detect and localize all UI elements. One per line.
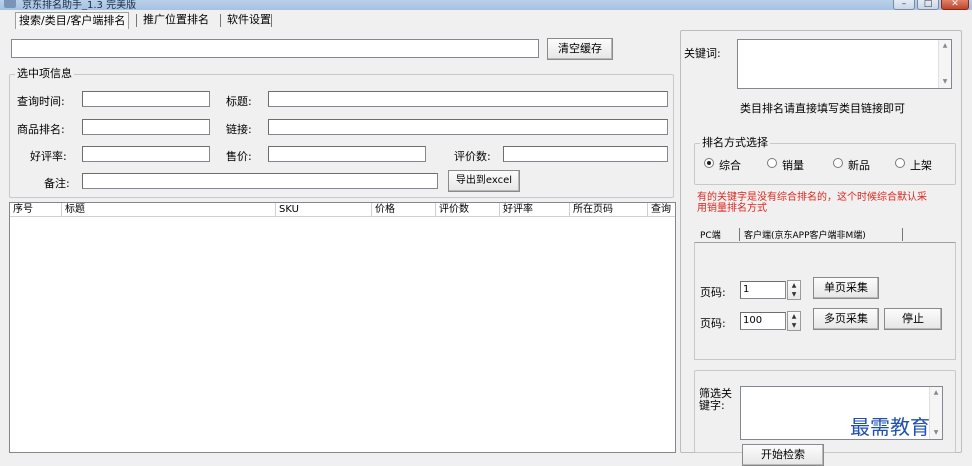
filter-scrollbar[interactable]: ▲ ▼ bbox=[929, 387, 942, 439]
tab-separator bbox=[220, 14, 221, 27]
column-header-query[interactable]: 查询 bbox=[648, 203, 675, 217]
subtab-pc[interactable]: PC端 bbox=[700, 228, 721, 241]
filter-keyword-label: 筛选关键字: bbox=[699, 387, 732, 412]
title-bar: 京东排名助手_1.3 完美版 – □ ✕ bbox=[0, 0, 972, 10]
single-page-collect-button[interactable]: 单页采集 bbox=[813, 277, 879, 299]
watermark: 最需教育 bbox=[850, 415, 930, 439]
price-field[interactable] bbox=[268, 146, 426, 162]
review-count-field[interactable] bbox=[503, 146, 668, 162]
page-single-spinner[interactable]: ▲ ▼ bbox=[787, 280, 801, 300]
spin-up-icon[interactable]: ▲ bbox=[788, 312, 800, 321]
stop-button[interactable]: 停止 bbox=[884, 308, 942, 330]
tab-settings[interactable]: 软件设置 bbox=[224, 12, 274, 29]
sort-overall-label[interactable]: 综合 bbox=[719, 157, 741, 173]
note-label: 备注: bbox=[44, 177, 70, 190]
good-rate-label: 好评率: bbox=[30, 150, 67, 163]
price-label: 售价: bbox=[226, 150, 252, 163]
column-header-index[interactable]: 序号 bbox=[10, 203, 62, 217]
keyword-label: 关键词: bbox=[684, 47, 721, 60]
spin-up-icon[interactable]: ▲ bbox=[788, 281, 800, 290]
close-button[interactable]: ✕ bbox=[941, 0, 969, 10]
sort-warning: 有的关键字是没有综合排名的，这个时候综合默认采用销量排名方式 bbox=[697, 192, 927, 214]
subtab-separator bbox=[739, 228, 740, 241]
sort-new-label[interactable]: 新品 bbox=[848, 157, 870, 173]
page-multi-input[interactable]: 100 bbox=[740, 312, 786, 330]
app-icon bbox=[4, 0, 16, 8]
column-header-good-rate[interactable]: 好评率 bbox=[500, 203, 570, 217]
link-field[interactable] bbox=[268, 119, 668, 135]
maximize-button[interactable]: □ bbox=[917, 0, 939, 10]
link-label: 链接: bbox=[226, 123, 252, 136]
sort-method-title: 排名方式选择 bbox=[700, 134, 770, 150]
radio-sort-overall[interactable] bbox=[704, 158, 714, 168]
query-time-label: 查询时间: bbox=[17, 95, 65, 108]
keyword-textarea[interactable]: ▲ ▼ bbox=[737, 39, 952, 89]
scroll-up-icon[interactable]: ▲ bbox=[939, 40, 951, 52]
clear-cache-button[interactable]: 清空缓存 bbox=[547, 38, 613, 60]
column-header-review-count[interactable]: 评价数 bbox=[436, 203, 500, 217]
search-input[interactable] bbox=[11, 39, 539, 58]
title-label: 标题: bbox=[226, 95, 252, 108]
good-rate-field[interactable] bbox=[82, 146, 210, 162]
keyword-scrollbar[interactable]: ▲ ▼ bbox=[938, 40, 951, 88]
tab-promo-rank[interactable]: 推广位置排名 bbox=[140, 12, 212, 29]
tab-separator bbox=[271, 14, 272, 27]
radio-sort-new[interactable] bbox=[833, 158, 843, 168]
page-single-input[interactable]: 1 bbox=[740, 281, 786, 299]
subtab-panel bbox=[694, 242, 956, 360]
category-hint: 类目排名请直接填写类目链接即可 bbox=[740, 102, 905, 115]
column-header-title[interactable]: 标题 bbox=[62, 203, 276, 217]
tab-search-rank[interactable]: 搜索/类目/客户端排名 bbox=[15, 12, 130, 29]
results-table[interactable]: 序号 标题 SKU 价格 评价数 好评率 所在页码 查询 bbox=[9, 202, 676, 453]
scroll-down-icon[interactable]: ▼ bbox=[930, 427, 942, 439]
selected-info-title: 选中项信息 bbox=[15, 65, 74, 81]
scroll-down-icon[interactable]: ▼ bbox=[939, 76, 951, 88]
title-field[interactable] bbox=[268, 91, 668, 107]
review-count-label: 评价数: bbox=[454, 150, 491, 163]
column-header-sku[interactable]: SKU bbox=[276, 203, 372, 217]
column-header-price[interactable]: 价格 bbox=[372, 203, 436, 217]
column-header-page[interactable]: 所在页码 bbox=[570, 203, 648, 217]
start-search-button[interactable]: 开始检索 bbox=[742, 444, 824, 466]
subtab-separator bbox=[902, 228, 903, 241]
note-field[interactable] bbox=[82, 173, 438, 189]
minimize-button[interactable]: – bbox=[893, 0, 915, 10]
scroll-up-icon[interactable]: ▲ bbox=[930, 387, 942, 399]
export-excel-button[interactable]: 导出到excel bbox=[448, 170, 520, 192]
radio-sort-listed[interactable] bbox=[895, 158, 905, 168]
page-label-single: 页码: bbox=[700, 286, 726, 299]
radio-sort-sales[interactable] bbox=[767, 158, 777, 168]
sort-sales-label[interactable]: 销量 bbox=[782, 157, 804, 173]
tab-separator bbox=[136, 14, 137, 27]
spin-down-icon[interactable]: ▼ bbox=[788, 321, 800, 330]
query-time-field[interactable] bbox=[82, 91, 210, 107]
page-label-multi: 页码: bbox=[700, 317, 726, 330]
product-rank-label: 商品排名: bbox=[17, 123, 65, 136]
sort-listed-label[interactable]: 上架 bbox=[910, 157, 932, 173]
spin-down-icon[interactable]: ▼ bbox=[788, 290, 800, 299]
subtab-client[interactable]: 客户端(京东APP客户端非M端) bbox=[744, 228, 866, 241]
window-title: 京东排名助手_1.3 完美版 bbox=[22, 0, 137, 10]
page-multi-spinner[interactable]: ▲ ▼ bbox=[787, 311, 801, 331]
product-rank-field[interactable] bbox=[82, 119, 210, 135]
multi-page-collect-button[interactable]: 多页采集 bbox=[813, 308, 879, 330]
